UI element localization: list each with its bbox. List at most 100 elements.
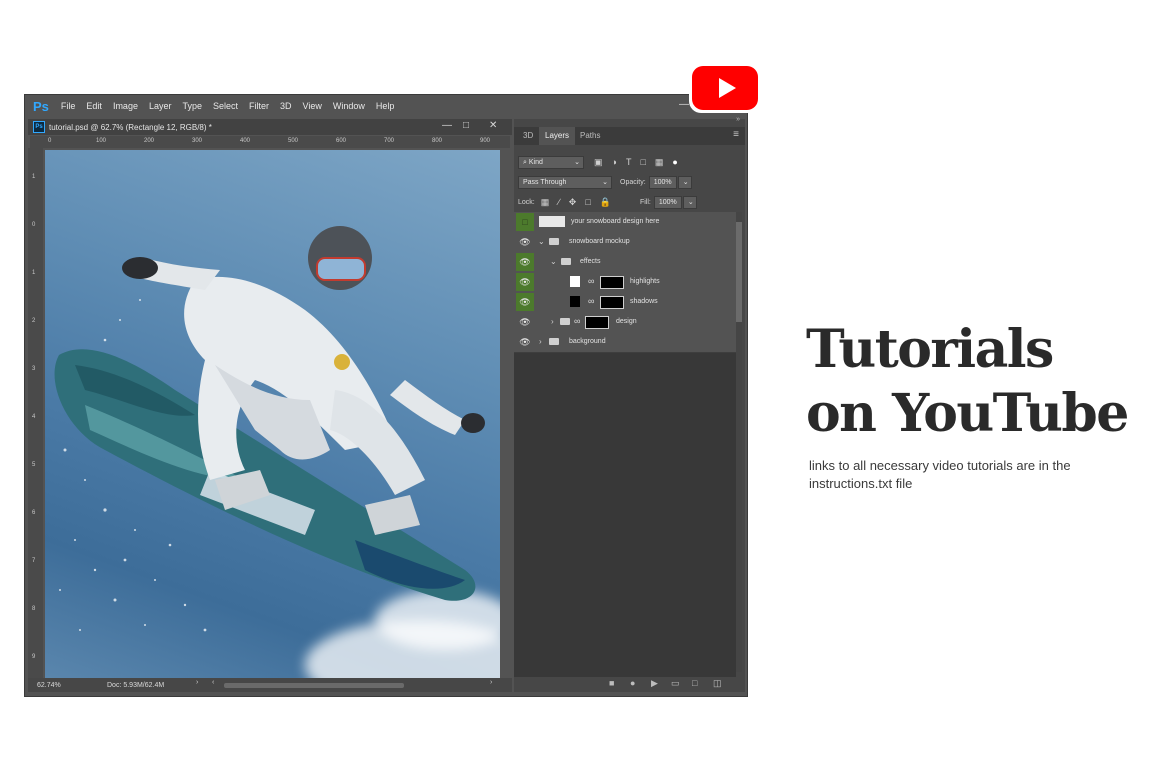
lock-artboard-icon[interactable]: □	[585, 197, 590, 207]
chevron-down-icon[interactable]: ⌄	[550, 257, 557, 266]
new-layer-icon[interactable]: □	[692, 678, 697, 688]
layer-row[interactable]: □ your snowboard design here	[514, 212, 736, 233]
fill-label: Fill:	[639, 198, 651, 206]
collapse-panel-icon[interactable]: »	[736, 116, 740, 123]
eye-icon[interactable]: 👁	[516, 233, 534, 251]
lock-transparent-icon[interactable]: ▦	[541, 197, 550, 208]
link-icon[interactable]: ∞	[588, 276, 594, 286]
chevron-right-icon[interactable]: ›	[551, 317, 554, 326]
menu-filter[interactable]: Filter	[249, 101, 269, 111]
restore-doc-icon[interactable]: □	[463, 120, 469, 131]
horizontal-scrollbar[interactable]	[224, 683, 404, 688]
panel-tabs: 3D Layers Paths ≡	[514, 127, 745, 145]
delete-layer-icon[interactable]: ◫	[713, 678, 722, 689]
layer-name: effects	[580, 258, 601, 265]
status-arrow-icon[interactable]: ›	[196, 679, 198, 686]
ruler-tick: 3	[32, 366, 36, 372]
pixel-filter-icon[interactable]: ▣	[594, 157, 603, 168]
folder-icon	[560, 318, 570, 325]
smart-object-filter-icon[interactable]: ▦	[655, 157, 664, 168]
menu-type[interactable]: Type	[182, 101, 202, 111]
chevron-down-icon: ⌄	[602, 178, 608, 186]
chevron-down-icon[interactable]: ⌄	[538, 237, 545, 246]
eye-icon[interactable]: 👁	[516, 313, 534, 331]
menu-layer[interactable]: Layer	[149, 101, 172, 111]
document-tab[interactable]: Ps tutorial.psd @ 62.7% (Rectangle 12, R…	[28, 119, 512, 135]
menu-view[interactable]: View	[303, 101, 322, 111]
ruler-tick: 300	[192, 138, 203, 144]
layers-scrollbar[interactable]	[736, 212, 742, 672]
fill-input[interactable]: 100%	[653, 195, 682, 209]
blend-mode-select[interactable]: Pass Through ⌄	[518, 175, 612, 189]
folder-icon	[549, 338, 559, 345]
minimize-icon[interactable]: —	[679, 99, 689, 110]
youtube-logo	[689, 63, 761, 113]
layer-row[interactable]: 👁 › ∞ design	[514, 312, 736, 333]
scroll-right-icon[interactable]: ›	[490, 679, 492, 686]
shape-filter-icon[interactable]: □	[640, 157, 645, 167]
filter-toggle-icon[interactable]: ●	[672, 157, 677, 167]
link-icon[interactable]: ∞	[588, 296, 594, 306]
tab-3d[interactable]: 3D	[517, 127, 539, 145]
filter-kind-select[interactable]: ⌕ Kind ⌄	[518, 155, 584, 169]
layer-mask-thumbnail	[600, 296, 624, 309]
promo-title: Tutorials on YouTube	[806, 318, 1146, 446]
adjustment-filter-icon[interactable]: ◑	[612, 157, 617, 167]
lock-paint-icon[interactable]: ∕	[558, 197, 560, 207]
eye-icon[interactable]: 👁	[516, 253, 534, 271]
folder-icon	[561, 258, 571, 265]
layer-row[interactable]: 👁 › background	[514, 332, 736, 353]
layer-row[interactable]: 👁 ⌄ snowboard mockup	[514, 232, 736, 253]
fill-dropdown-icon[interactable]: ⌄	[682, 195, 697, 209]
add-style-icon[interactable]: ●	[630, 678, 635, 688]
menu-help[interactable]: Help	[376, 101, 395, 111]
zoom-level[interactable]: 62.74%	[37, 682, 97, 689]
tab-layers[interactable]: Layers	[539, 127, 576, 145]
lock-all-icon[interactable]: 🔒	[600, 197, 611, 208]
chevron-right-icon[interactable]: ›	[539, 337, 542, 346]
document-canvas[interactable]	[45, 150, 500, 678]
menu-window[interactable]: Window	[333, 101, 365, 111]
ruler-tick: 700	[384, 138, 395, 144]
opacity-input[interactable]: 100%	[648, 175, 677, 189]
psd-file-icon: Ps	[33, 121, 45, 133]
layer-thumbnail	[570, 276, 580, 287]
play-icon	[718, 78, 736, 98]
layer-row[interactable]: 👁 ∞ shadows	[514, 292, 736, 313]
close-doc-icon[interactable]: ✕	[489, 120, 497, 131]
lock-label: Lock:	[518, 198, 535, 206]
eye-icon[interactable]: 👁	[516, 293, 534, 311]
ruler-tick: 8	[32, 606, 36, 612]
ruler-tick: 0	[48, 138, 52, 144]
menu-edit[interactable]: Edit	[86, 101, 102, 111]
add-mask-icon[interactable]: ▶	[651, 678, 658, 689]
ruler-tick: 1	[32, 270, 36, 276]
lock-position-icon[interactable]: ✥	[569, 197, 577, 208]
scrollbar-thumb[interactable]	[736, 222, 742, 322]
link-layers-icon[interactable]: ■	[609, 678, 614, 688]
menu-file[interactable]: File	[61, 101, 76, 111]
scroll-left-icon[interactable]: ‹	[212, 679, 214, 686]
eye-icon[interactable]: 👁	[516, 333, 534, 351]
promo-subtitle: links to all necessary video tutorials a…	[809, 458, 1071, 491]
promo-title-line2: on YouTube	[806, 383, 1129, 444]
ruler-tick: 400	[240, 138, 251, 144]
menu-select[interactable]: Select	[213, 101, 238, 111]
eye-icon[interactable]: 👁	[516, 273, 534, 291]
blend-row: Pass Through ⌄ Opacity: 100% ⌄	[514, 173, 745, 191]
opacity-dropdown-icon[interactable]: ⌄	[677, 175, 692, 189]
layer-row[interactable]: 👁 ⌄ effects	[514, 252, 736, 273]
new-group-icon[interactable]: ▭	[671, 678, 680, 689]
menu-3d[interactable]: 3D	[280, 101, 292, 111]
link-icon[interactable]: ∞	[574, 316, 580, 326]
type-filter-icon[interactable]: T	[626, 157, 632, 167]
ruler-tick: 900	[480, 138, 491, 144]
menu-image[interactable]: Image	[113, 101, 138, 111]
panel-menu-icon[interactable]: ≡	[733, 129, 739, 140]
layer-thumbnail	[570, 296, 580, 307]
tab-paths[interactable]: Paths	[574, 127, 606, 145]
snowboarder-artwork	[54, 226, 485, 632]
layer-row[interactable]: 👁 ∞ highlights	[514, 272, 736, 293]
visibility-toggle[interactable]: □	[516, 213, 534, 231]
minimize-doc-icon[interactable]: —	[442, 120, 452, 131]
